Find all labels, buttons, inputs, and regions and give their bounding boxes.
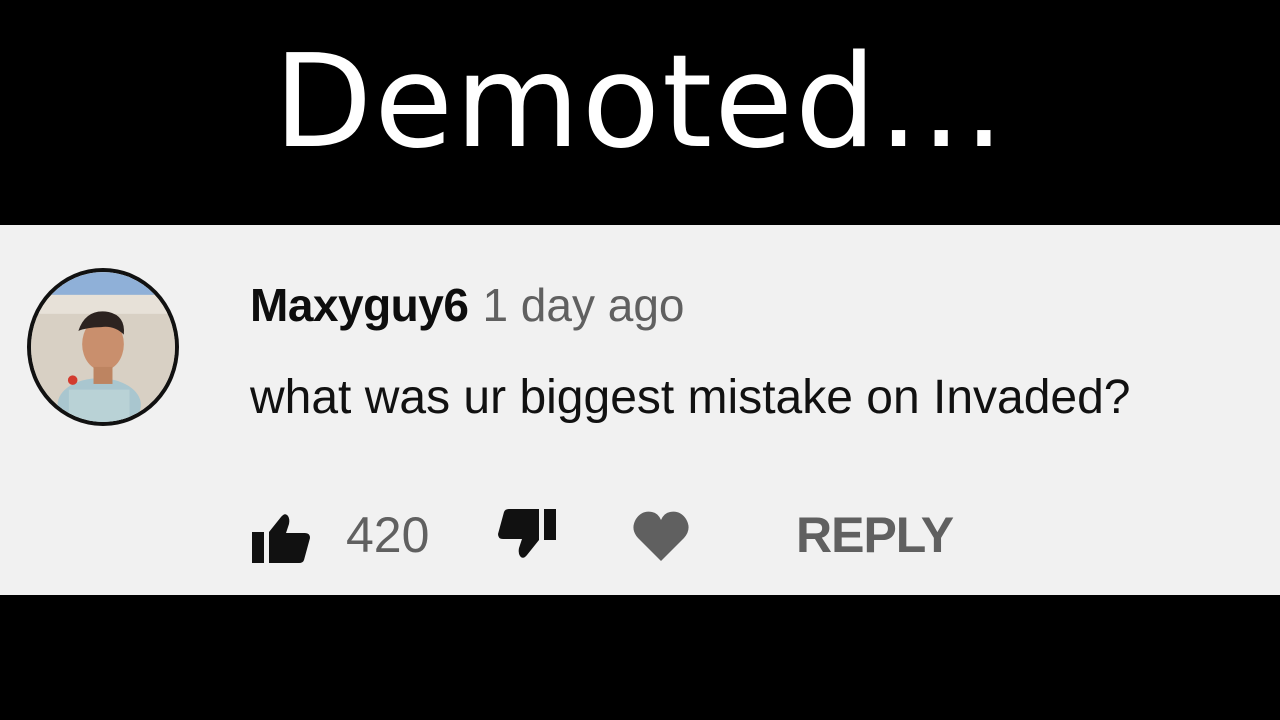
- avatar-photo: [31, 272, 175, 422]
- page-title: Demoted...: [273, 28, 1007, 177]
- comment-timestamp[interactable]: 1 day ago: [482, 279, 684, 331]
- heart-icon[interactable]: [630, 505, 692, 567]
- like-count: 420: [346, 507, 430, 563]
- reply-button[interactable]: REPLY: [796, 504, 954, 566]
- thumbnail-frame: Demoted... Maxyguy6 1 day ago what was ur…: [0, 0, 1280, 720]
- thumbs-up-glyph: [252, 514, 310, 563]
- thumbs-up-icon[interactable]: [250, 505, 312, 567]
- comment-card: Maxyguy6 1 day ago what was ur biggest mi…: [0, 225, 1280, 595]
- avatar[interactable]: [27, 268, 179, 426]
- comment-actions: 420 REPLY: [250, 500, 1010, 570]
- comment-meta: Maxyguy6 1 day ago: [250, 277, 685, 333]
- thumbs-down-glyph: [498, 509, 556, 558]
- comment-username[interactable]: Maxyguy6: [250, 279, 469, 331]
- thumbs-down-icon[interactable]: [496, 505, 558, 567]
- heart-glyph: [633, 511, 689, 561]
- comment-text: what was ur biggest mistake on Invaded?: [250, 371, 1131, 424]
